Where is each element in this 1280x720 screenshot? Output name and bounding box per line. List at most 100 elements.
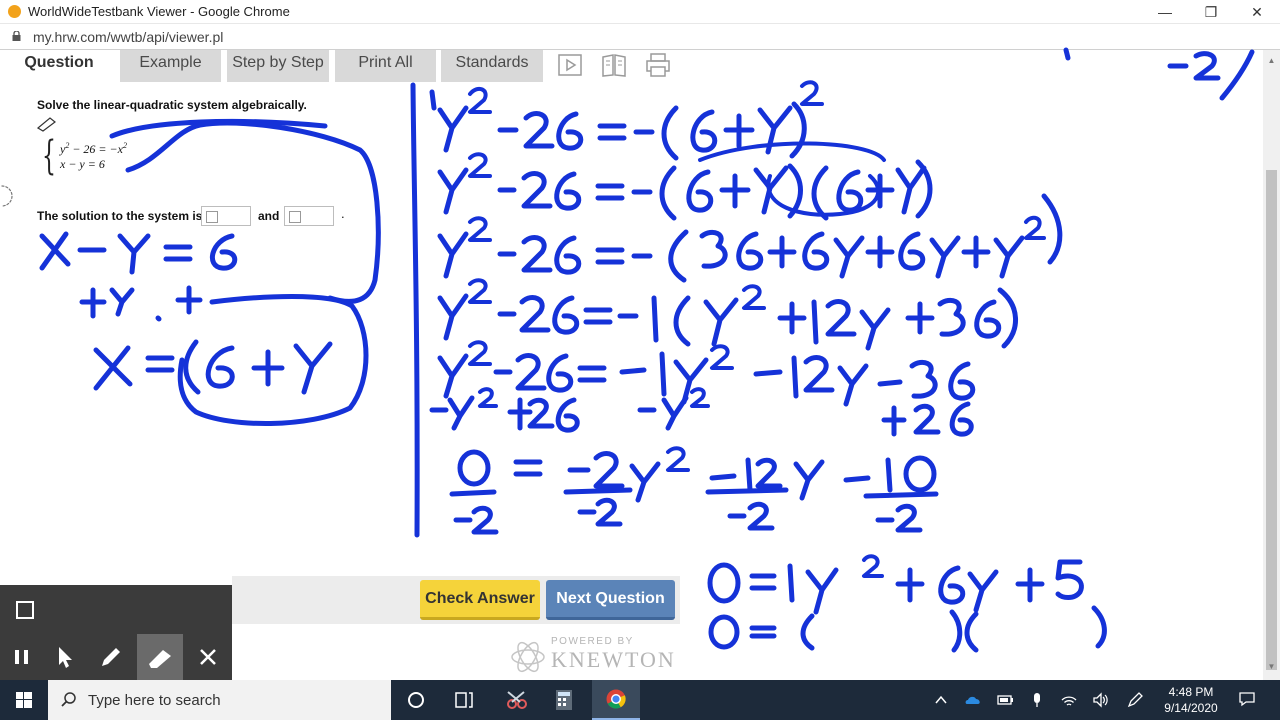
- ink-r6-plus2: [881, 405, 907, 437]
- search-icon: [61, 692, 76, 707]
- ink-r3-y: [437, 231, 469, 279]
- scroll-thumb[interactable]: [1266, 170, 1277, 670]
- ink-r7-1: [745, 457, 753, 493]
- snipping-tool-icon[interactable]: [492, 680, 540, 720]
- ink-r4-sq: [468, 278, 492, 304]
- ink-r3-sq: [468, 216, 492, 242]
- ink-frag1: [1063, 47, 1071, 61]
- ink-r6-2b: [913, 403, 941, 435]
- wifi-icon[interactable]: [1060, 692, 1078, 708]
- ink-r9-rp2: [1091, 605, 1107, 649]
- ink-r6-sq: [478, 387, 498, 408]
- ink-r7-bar3: [705, 487, 789, 495]
- ink-r7-1c: [885, 457, 893, 493]
- ink-r3-y4: [993, 235, 1025, 279]
- ink-r4-6b: [974, 299, 1002, 339]
- scroll-up-icon[interactable]: ▲: [1266, 56, 1277, 66]
- ink-r3-eq: [595, 247, 625, 265]
- screen-capture-icon[interactable]: [2, 587, 48, 633]
- eraser-icon[interactable]: [137, 634, 183, 680]
- ink-r8-eq: [749, 573, 777, 591]
- ink-r1-sq: [468, 86, 492, 114]
- ink-r7-bar2: [563, 487, 633, 495]
- screen: WorldWideTestbank Viewer - Google Chrome…: [0, 0, 1280, 720]
- ink-r3-sq2: [1024, 215, 1046, 240]
- ink-r5-3: [909, 359, 938, 399]
- battery-icon[interactable]: [996, 692, 1014, 708]
- ink-x2: [93, 345, 133, 391]
- ink-r8-1: [787, 563, 795, 603]
- ink-r2-lp2: [811, 165, 829, 221]
- ink-r4-1: [651, 295, 659, 343]
- ink-r9-eq: [749, 625, 777, 639]
- ink-r5-6: [546, 353, 574, 393]
- windows-start-icon[interactable]: [0, 680, 48, 720]
- ink-r3-6a: [736, 231, 764, 271]
- ink-r1-6: [556, 111, 584, 151]
- pause-icon[interactable]: [0, 634, 46, 680]
- cortana-icon[interactable]: [392, 680, 440, 720]
- ink-y: [117, 233, 151, 275]
- search-placeholder: Type here to search: [88, 692, 221, 709]
- ink-r7-d3: [747, 501, 775, 531]
- ink-r1-lp: [661, 105, 679, 161]
- ink-r2-sq: [468, 152, 492, 178]
- windows-taskbar: Type here to search 4:48 PM 9/14/2020: [0, 680, 1280, 720]
- ink-r9-lp1: [800, 613, 815, 651]
- ink-y2: [109, 287, 135, 317]
- ink-plus3: [251, 349, 285, 387]
- ink-r7-eq: [513, 459, 543, 477]
- ink-paren: [183, 339, 201, 395]
- ink-r4-6: [552, 295, 580, 335]
- ink-r3-6c: [898, 231, 926, 271]
- ink-r2-2: [521, 171, 553, 209]
- ink-r3-y2: [833, 235, 865, 279]
- ink-dot: [155, 315, 162, 322]
- close-toolbar-icon[interactable]: [185, 634, 231, 680]
- onedrive-icon[interactable]: [964, 692, 982, 708]
- ink-r7-d4: [895, 503, 923, 533]
- taskbar-clock[interactable]: 4:48 PM 9/14/2020: [1158, 684, 1224, 716]
- ink-annotations: [1, 47, 1255, 653]
- taskbar-search-box[interactable]: Type here to search: [48, 680, 391, 720]
- ink-r3-plus2: [865, 235, 895, 269]
- pen-icon[interactable]: [88, 634, 134, 680]
- ink-plus: [79, 287, 107, 319]
- ink-frag4: [1219, 49, 1255, 101]
- microphone-icon[interactable]: [1028, 692, 1046, 708]
- ink-r9-lp2: [964, 611, 979, 653]
- ink-r3-3: [699, 229, 728, 269]
- show-hidden-icons-icon[interactable]: [932, 692, 950, 708]
- calculator-icon[interactable]: [540, 680, 588, 720]
- ink-r2-y: [437, 167, 469, 215]
- ink-r4-y3: [859, 307, 891, 351]
- ink-r5-2: [515, 353, 547, 391]
- ink-r3-plus: [767, 235, 797, 269]
- pointer-icon[interactable]: [42, 634, 88, 680]
- ink-r5-sq: [468, 340, 492, 366]
- ink-x: [39, 231, 71, 271]
- ink-r3-plus3: [961, 235, 991, 269]
- ink-r6-2: [527, 397, 555, 429]
- ink-r4-eq: [583, 307, 613, 325]
- ink-r7-y: [629, 461, 661, 503]
- ink-r3-y3: [929, 235, 961, 279]
- ink-frag3: [1193, 51, 1221, 81]
- ink-r1-6b: [690, 109, 718, 153]
- ink-r8-plus2: [1015, 567, 1045, 603]
- notifications-icon[interactable]: [1238, 691, 1256, 707]
- ink-r2-6b: [686, 169, 714, 213]
- ink-6b: [205, 345, 235, 389]
- ink-divider-line: [410, 82, 420, 538]
- task-view-icon[interactable]: [440, 680, 488, 720]
- clock-time: 4:48 PM: [1168, 685, 1214, 699]
- scroll-down-icon[interactable]: ▼: [1266, 662, 1277, 672]
- ink-r4-2: [519, 295, 551, 333]
- page-scrollbar[interactable]: ▲ ▼: [1263, 50, 1280, 680]
- chrome-icon[interactable]: [592, 680, 640, 720]
- volume-icon[interactable]: [1092, 692, 1110, 708]
- ink-r6-plus: [507, 397, 533, 431]
- ink-r5-y: [437, 353, 469, 399]
- ink-r7-2: [593, 451, 625, 489]
- pen-workspace-icon[interactable]: [1126, 692, 1144, 708]
